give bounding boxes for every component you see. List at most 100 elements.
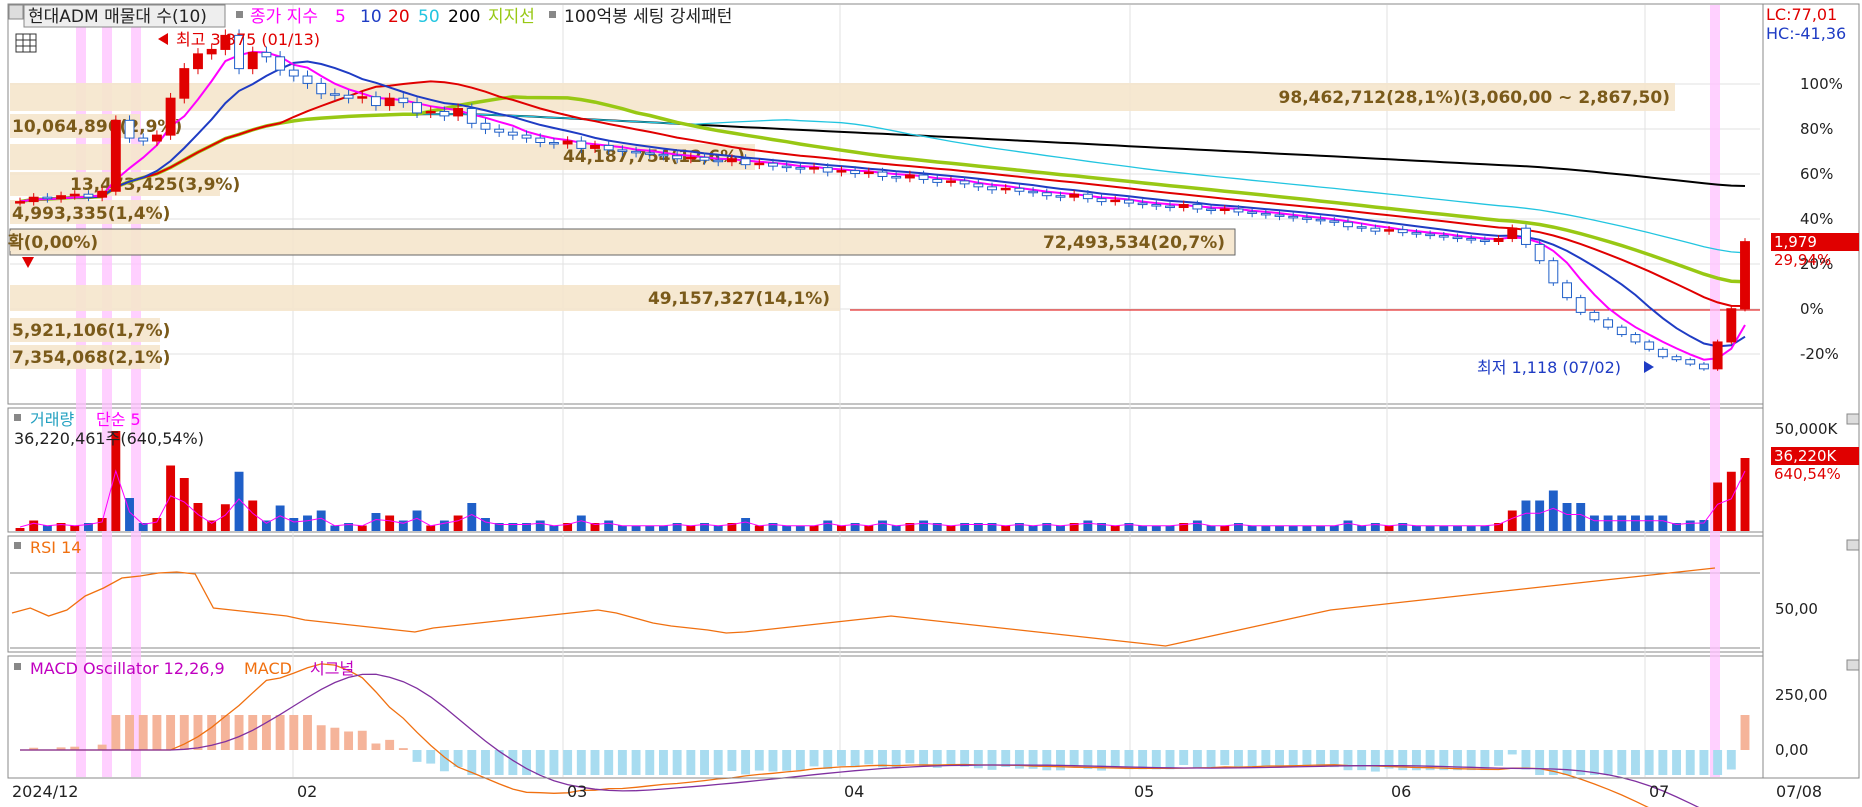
rsi-label: RSI 14 (30, 538, 81, 557)
volume-bar (1507, 510, 1517, 531)
volume-toggle-icon[interactable] (14, 414, 21, 421)
candle-body (548, 142, 559, 145)
candle-body (97, 190, 108, 198)
candle-body (1589, 311, 1600, 321)
macd-osc-bar (645, 750, 655, 775)
volume-bar (809, 525, 819, 531)
candle-body (836, 170, 847, 173)
candle-body (904, 174, 915, 179)
macd-osc-bar (1165, 750, 1175, 770)
volume-bar (70, 525, 80, 531)
x-axis-right-label: 07/08 (1776, 782, 1822, 801)
header-collapse-icon[interactable] (8, 4, 24, 20)
pct-tick: 60% (1800, 165, 1833, 183)
volume-bar (1192, 520, 1202, 531)
candle-body (1425, 233, 1436, 237)
candle-body (1603, 319, 1614, 328)
candle-body (576, 140, 587, 149)
candle-body (1644, 341, 1655, 350)
candle-body (1726, 308, 1737, 343)
volume-bar (919, 520, 929, 531)
table-icon[interactable] (15, 33, 37, 53)
macd-osc-bar (891, 750, 901, 768)
pattern-toggle-icon[interactable] (549, 11, 556, 18)
pct-tick: 0% (1800, 300, 1824, 318)
macd-osc-bar (864, 750, 874, 765)
candle-body (316, 82, 327, 95)
macd-osc-bar (1357, 750, 1367, 771)
pct-tick: 100% (1800, 75, 1843, 93)
macd-osc-bar (1343, 750, 1353, 771)
volume-bar (207, 520, 217, 531)
candle-body (398, 97, 409, 104)
volume-bar (946, 525, 956, 531)
macd-panel-close-icon[interactable] (1846, 659, 1860, 671)
macd-osc-bar (439, 750, 449, 772)
ma-5-label: 5 (335, 7, 346, 27)
volume-bar (576, 515, 586, 531)
volume-bar (1329, 525, 1339, 531)
volume-profile-label: 13,473,425(3,9%) (70, 175, 240, 195)
macd-osc-bar (672, 750, 682, 775)
volume-bar (1535, 500, 1545, 531)
volume-bar (1740, 458, 1750, 531)
candle-body (1616, 326, 1627, 336)
candle-body (1028, 190, 1039, 194)
macd-osc-bar (481, 750, 490, 775)
candle-body (1343, 221, 1353, 228)
macd-osc-bar (138, 715, 148, 750)
candle-body (1329, 220, 1340, 223)
volume-bar (1411, 525, 1421, 531)
high-label: 최고 3,375 (01/13) (176, 30, 320, 49)
candle-body (1315, 218, 1326, 222)
support-label: 지지선 (488, 7, 535, 27)
macd-osc-bar (576, 750, 586, 775)
macd-toggle-icon[interactable] (14, 663, 21, 670)
candle-body (138, 137, 149, 142)
macd-osc-bar (97, 744, 107, 750)
candle-body (672, 155, 683, 160)
volume-bar (1658, 515, 1668, 531)
candle-body (1192, 204, 1203, 210)
highlight-column (1710, 5, 1720, 777)
ma-10-label: 10 (360, 7, 382, 27)
volume-profile-label: 49,157,327(14,1%) (648, 289, 830, 309)
macd-osc-bar (166, 715, 176, 750)
volume-bar (645, 525, 655, 531)
candle-body (1123, 199, 1134, 204)
candle-body (768, 162, 778, 167)
candle-body (466, 108, 477, 124)
rsi-toggle-icon[interactable] (14, 542, 21, 549)
candle-body (83, 193, 94, 198)
candle-body (863, 171, 874, 175)
volume-profile-label: 44,187,754(12,6%) (563, 147, 745, 167)
macd-osc-bar (426, 750, 436, 764)
candle-body (56, 195, 67, 200)
macd-osc-bar (1589, 750, 1599, 775)
candle-body (1562, 282, 1572, 299)
candle-body (521, 134, 532, 139)
volume-bar (1589, 515, 1599, 531)
volume-bar (426, 525, 436, 531)
candle-body (1740, 241, 1750, 310)
macd-osc-bar (1672, 750, 1681, 775)
macd-osc-bar (1234, 750, 1243, 767)
volume-bar (741, 518, 751, 531)
candle-body (603, 144, 614, 151)
chart-window: 98,462,712(28,1%)(3,060,00 ~ 2,867,50) 10… (0, 0, 1862, 807)
ma-toggle-icon[interactable] (236, 11, 243, 18)
macd-osc-bar (1713, 750, 1723, 775)
x-axis-label: 04 (844, 782, 864, 801)
volume-bar (1357, 525, 1367, 531)
candle-body (1397, 229, 1408, 234)
lc-label: LC:77,01 (1766, 5, 1837, 24)
volume-panel-close-icon[interactable] (1846, 413, 1860, 425)
volume-bar (42, 525, 52, 531)
volume-bar (234, 471, 244, 531)
rsi-panel-close-icon[interactable] (1846, 539, 1860, 551)
macd-osc-bar (1220, 750, 1230, 766)
macd-osc-bar (1206, 750, 1216, 769)
candle-body (329, 93, 340, 96)
volume-bar (1726, 471, 1736, 531)
candle-body (822, 167, 833, 173)
